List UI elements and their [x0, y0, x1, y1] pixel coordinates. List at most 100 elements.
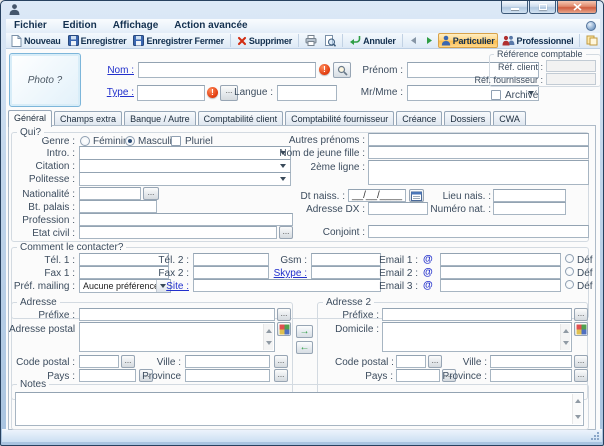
resize-grip[interactable]: [590, 431, 600, 441]
feminin-radio[interactable]: [80, 136, 90, 146]
titlebar[interactable]: [1, 1, 603, 19]
adresse-ville-browse-button[interactable]: ...: [274, 355, 288, 368]
copy-address-right-button[interactable]: →: [296, 325, 313, 338]
professionnel-toggle[interactable]: Professionnel: [499, 33, 577, 48]
tab-general[interactable]: Général: [8, 110, 52, 127]
skype-link[interactable]: Skype :: [261, 268, 307, 279]
fax2-input[interactable]: [193, 266, 269, 279]
bt-palais-input[interactable]: [79, 200, 157, 213]
tab-dossiers[interactable]: Dossiers: [444, 111, 491, 125]
tab-banque-autre[interactable]: Banque / Autre: [124, 111, 196, 125]
conjoint-input[interactable]: [368, 225, 589, 238]
numero-nat-input[interactable]: [493, 202, 566, 215]
at-icon[interactable]: @: [423, 254, 433, 265]
tel2-input[interactable]: [193, 253, 269, 266]
type-link[interactable]: Type :: [64, 87, 134, 98]
nav-next-button[interactable]: [422, 33, 437, 48]
scroll-up-icon[interactable]: [563, 326, 569, 333]
new-button[interactable]: Nouveau: [8, 33, 64, 48]
at-icon[interactable]: @: [423, 280, 433, 291]
maximize-button[interactable]: [529, 1, 556, 14]
photo-placeholder[interactable]: Photo ?: [9, 53, 81, 107]
pluriel-checkbox[interactable]: [171, 136, 181, 146]
tab-creance[interactable]: Créance: [396, 111, 442, 125]
print-preview-button[interactable]: [321, 33, 339, 48]
type-input[interactable]: [137, 85, 205, 101]
deuxieme-ligne-textarea[interactable]: [368, 160, 589, 185]
archive-checkbox[interactable]: [491, 90, 501, 100]
email1-def-radio[interactable]: [565, 254, 574, 263]
scroll-up-icon[interactable]: [575, 396, 581, 403]
adresse2-prefixe-browse-button[interactable]: ...: [574, 308, 588, 321]
politesse-select[interactable]: [79, 172, 291, 186]
adresse-province-input[interactable]: [185, 369, 270, 382]
adresse-prefixe-browse-button[interactable]: ...: [277, 308, 291, 321]
undo-button[interactable]: Annuler: [346, 33, 399, 48]
minimize-button[interactable]: [501, 1, 528, 14]
adresse-code-postal-input[interactable]: [79, 355, 119, 368]
menu-item-fichier[interactable]: Fichier: [6, 19, 55, 33]
email3-input[interactable]: [440, 279, 561, 292]
scroll-down-icon[interactable]: [266, 341, 272, 348]
langue-input[interactable]: [277, 85, 337, 101]
save-button[interactable]: Enregistrer: [65, 33, 130, 48]
menu-item-edition[interactable]: Edition: [55, 19, 105, 33]
nom-lookup-button[interactable]: [333, 62, 351, 78]
at-icon[interactable]: @: [423, 267, 433, 278]
adresse-pays-input[interactable]: [79, 369, 136, 382]
email2-def-radio[interactable]: [565, 267, 574, 276]
etat-civil-browse-button[interactable]: ...: [279, 226, 293, 239]
citation-select[interactable]: [79, 159, 291, 173]
adresse-prefixe-input[interactable]: [79, 308, 275, 321]
adresse-map-button[interactable]: [277, 322, 291, 336]
delete-button[interactable]: Supprimer: [234, 33, 295, 48]
adresse-ville-input[interactable]: [185, 355, 270, 368]
scroll-up-icon[interactable]: [266, 326, 272, 333]
scroll-down-icon[interactable]: [575, 415, 581, 422]
autres-prenoms-input[interactable]: [368, 133, 589, 146]
email1-input[interactable]: [440, 253, 561, 266]
adresse2-ville-input[interactable]: [490, 355, 572, 368]
skype-input[interactable]: [311, 266, 381, 279]
menu-item-affichage[interactable]: Affichage: [105, 19, 167, 33]
scrollbar[interactable]: [560, 324, 570, 350]
tab-champs-extra[interactable]: Champs extra: [54, 111, 122, 125]
adresse-postale-textarea[interactable]: [79, 322, 275, 352]
menu-corner-icon[interactable]: [586, 21, 596, 31]
lieu-nais-input[interactable]: [493, 189, 566, 202]
nationalite-browse-button[interactable]: ...: [143, 187, 159, 200]
dt-naiss-input[interactable]: __/__/____: [348, 189, 406, 202]
adresse-code-postal-browse-button[interactable]: ...: [121, 355, 135, 368]
adresse2-prefixe-input[interactable]: [382, 308, 572, 321]
dt-naiss-calendar-button[interactable]: [409, 189, 424, 202]
gsm-input[interactable]: [311, 253, 381, 266]
adresse2-code-postal-input[interactable]: [396, 355, 426, 368]
copy-ci-button[interactable]: Copier données de CI: [583, 33, 600, 48]
menu-item-action-avancee[interactable]: Action avancée: [166, 19, 255, 33]
close-button[interactable]: [557, 1, 597, 14]
profession-input[interactable]: [79, 213, 293, 226]
pref-mailing-select[interactable]: Aucune préférence: [79, 279, 171, 293]
particulier-toggle[interactable]: Particulier: [438, 33, 498, 48]
adresse-province-browse-button[interactable]: ...: [274, 369, 288, 382]
site-input[interactable]: [193, 279, 381, 292]
site-link[interactable]: Site :: [159, 281, 189, 292]
nom-link[interactable]: Nom :: [64, 65, 134, 76]
copy-address-left-button[interactable]: ←: [296, 341, 313, 354]
save-close-button[interactable]: Enregistrer Fermer: [130, 33, 226, 48]
tab-cwa[interactable]: CWA: [493, 111, 526, 125]
scroll-down-icon[interactable]: [563, 341, 569, 348]
notes-textarea[interactable]: [15, 392, 584, 426]
adresse2-pays-input[interactable]: [396, 369, 440, 382]
domicile-textarea[interactable]: [382, 322, 572, 352]
etat-civil-input[interactable]: [79, 226, 277, 239]
tab-comptabilite-client[interactable]: Comptabilité client: [198, 111, 284, 125]
adresse-dx-input[interactable]: [368, 202, 428, 215]
scrollbar[interactable]: [263, 324, 273, 350]
email3-def-radio[interactable]: [565, 280, 574, 289]
adresse2-code-postal-browse-button[interactable]: ...: [428, 355, 442, 368]
adresse2-province-input[interactable]: [490, 369, 572, 382]
adresse2-province-browse-button[interactable]: ...: [574, 369, 588, 382]
tab-comptabilite-fournisseur[interactable]: Comptabilité fournisseur: [285, 111, 394, 125]
email2-input[interactable]: [440, 266, 561, 279]
